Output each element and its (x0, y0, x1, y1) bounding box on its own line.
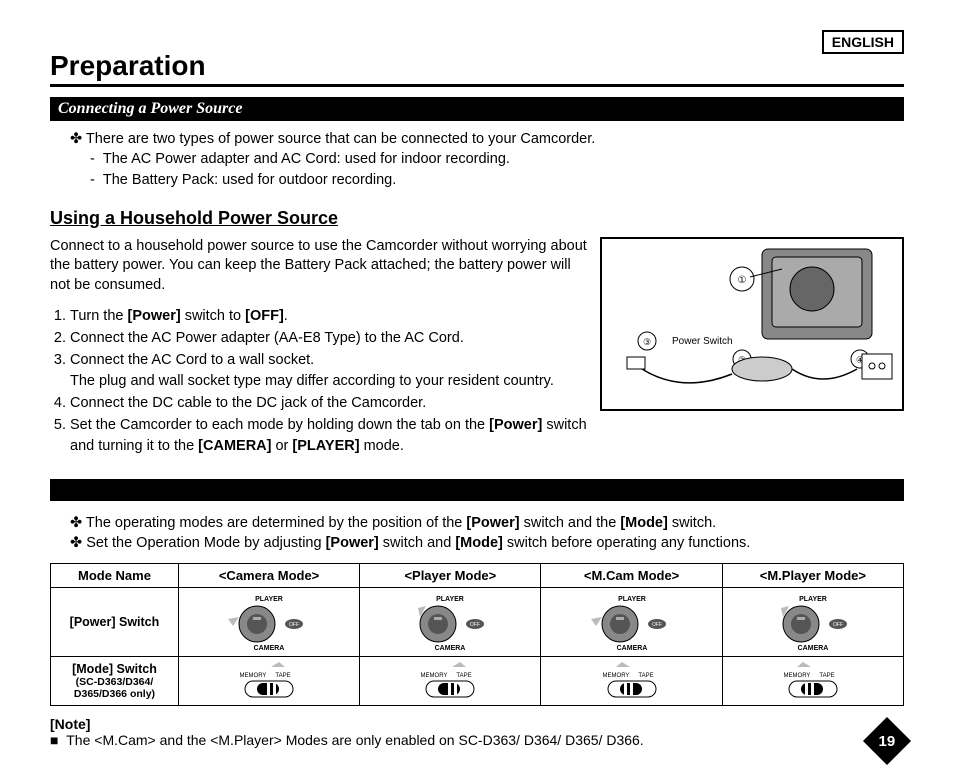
svg-text:PLAYER: PLAYER (255, 596, 283, 603)
svg-text:PLAYER: PLAYER (618, 596, 646, 603)
svg-text:CAMERA: CAMERA (797, 645, 828, 652)
section-header-power: Connecting a Power Source (50, 97, 904, 121)
steps-list: Turn the [Power] switch to [OFF]. Connec… (70, 306, 590, 457)
dial-player-mode: PLAYER OFF CAMERA (360, 588, 541, 657)
svg-text:OFF: OFF (289, 622, 299, 628)
switch-camera-tape: MEMORY TAPE (178, 657, 359, 706)
page-title: Preparation (50, 50, 904, 82)
subsection-household: Using a Household Power Source (50, 208, 904, 229)
svg-text:TAPE: TAPE (819, 673, 834, 679)
svg-text:TAPE: TAPE (457, 673, 472, 679)
op-mode-text-1: ✤ The operating modes are determined by … (70, 513, 904, 533)
svg-text:PLAYER: PLAYER (436, 596, 464, 603)
svg-text:CAMERA: CAMERA (616, 645, 647, 652)
th-camera: <Camera Mode> (178, 564, 359, 588)
svg-text:OFF: OFF (833, 622, 843, 628)
divider-bar (50, 479, 904, 501)
switch-player-tape: MEMORY TAPE (360, 657, 541, 706)
svg-text:MEMORY: MEMORY (602, 673, 629, 679)
svg-text:CAMERA: CAMERA (254, 645, 285, 652)
dial-mplayer-mode: PLAYER OFF CAMERA (722, 588, 903, 657)
step-3: Connect the AC Cord to a wall socket.The… (70, 350, 590, 392)
intro-text: ✤ There are two types of power source th… (70, 129, 904, 149)
row-mode-switch: [Mode] Switch(SC-D363/D364/ D365/D366 on… (51, 657, 179, 706)
svg-text:MEMORY: MEMORY (421, 673, 448, 679)
svg-text:TAPE: TAPE (275, 673, 290, 679)
language-badge: ENGLISH (822, 30, 904, 54)
svg-text:MEMORY: MEMORY (240, 673, 267, 679)
power-diagram: ① Power Switch ③ ② ④ (600, 237, 904, 411)
row-power-switch: [Power] Switch (51, 588, 179, 657)
step-4: Connect the DC cable to the DC jack of t… (70, 393, 590, 414)
dial-camera-mode: PLAYER OFF CAMERA (178, 588, 359, 657)
svg-text:PLAYER: PLAYER (799, 596, 827, 603)
power-switch-label: Power Switch (672, 336, 733, 347)
svg-text:TAPE: TAPE (638, 673, 653, 679)
svg-text:OFF: OFF (652, 622, 662, 628)
th-mplayer: <M.Player Mode> (722, 564, 903, 588)
svg-text:OFF: OFF (470, 622, 480, 628)
svg-text:①: ① (738, 275, 747, 286)
th-mode-name: Mode Name (51, 564, 179, 588)
switch-mcam-memory: MEMORY TAPE (541, 657, 722, 706)
note-block: [Note] ■ The <M.Cam> and the <M.Player> … (50, 716, 904, 748)
op-mode-text-2: ✤ Set the Operation Mode by adjusting [P… (70, 533, 904, 553)
svg-text:CAMERA: CAMERA (435, 645, 466, 652)
step-2: Connect the AC Power adapter (AA-E8 Type… (70, 328, 590, 349)
household-para: Connect to a household power source to u… (50, 237, 590, 296)
step-1: Turn the [Power] switch to [OFF]. (70, 306, 590, 327)
svg-text:MEMORY: MEMORY (783, 673, 810, 679)
dial-mcam-mode: PLAYER OFF CAMERA (541, 588, 722, 657)
mode-table: Mode Name <Camera Mode> <Player Mode> <M… (50, 563, 904, 706)
th-player: <Player Mode> (360, 564, 541, 588)
svg-text:③: ③ (643, 337, 651, 347)
step-5: Set the Camcorder to each mode by holdin… (70, 415, 590, 457)
intro-sub2: - The Battery Pack: used for outdoor rec… (90, 170, 904, 190)
intro-sub1: - The AC Power adapter and AC Cord: used… (90, 149, 904, 169)
switch-mplayer-memory: MEMORY TAPE (722, 657, 903, 706)
th-mcam: <M.Cam Mode> (541, 564, 722, 588)
